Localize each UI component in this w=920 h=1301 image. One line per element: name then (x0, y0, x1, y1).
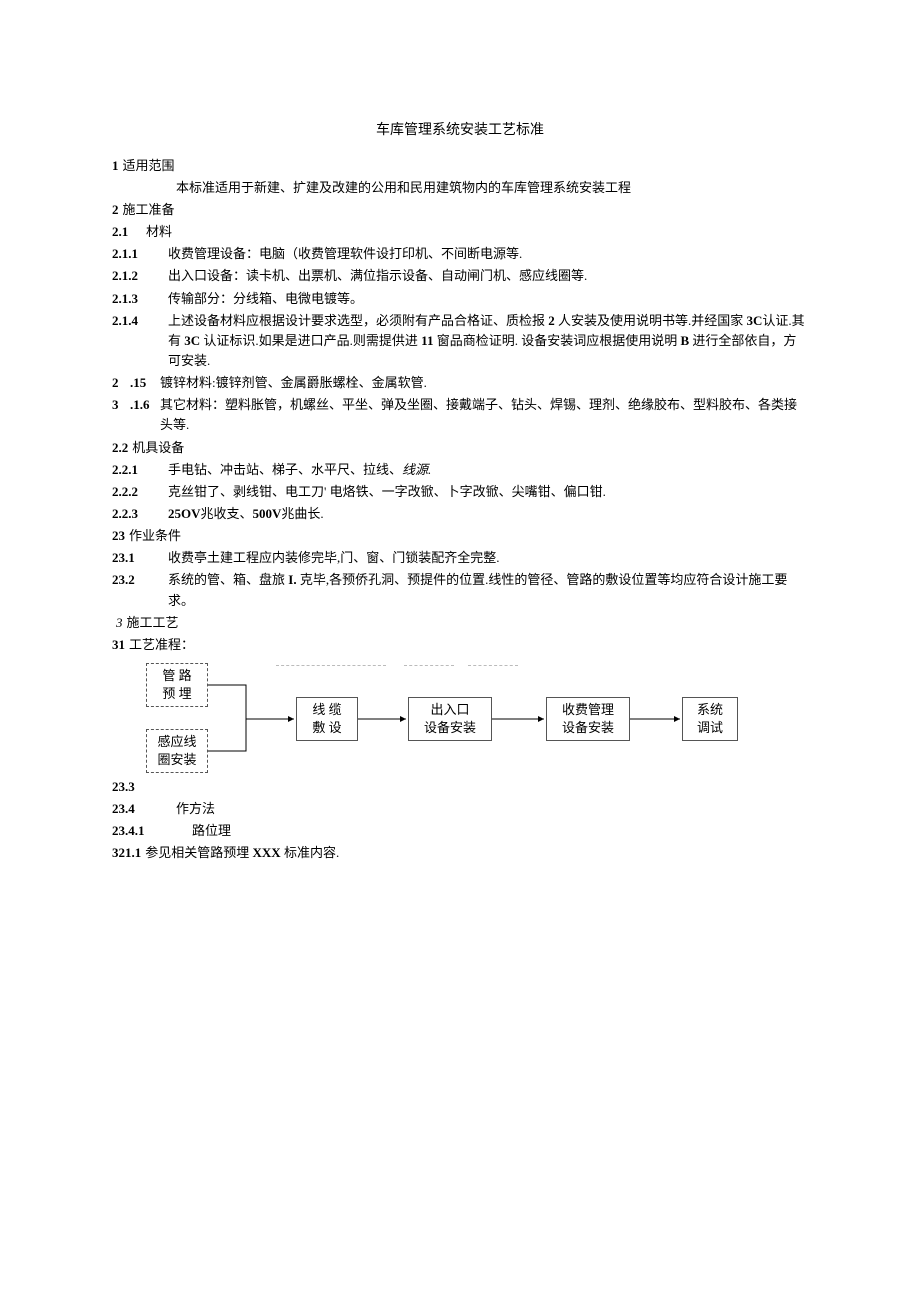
text-23-4-1: 路位理 (192, 821, 808, 841)
num-2-1-1: 2.1.1 (112, 244, 168, 264)
num-2-16-pre: 3 (112, 395, 130, 415)
num-2-1: 2.1 (112, 222, 146, 242)
text-2-16: 其它材料：塑料胀管，机螺丝、平坐、弹及坐圈、接戴端子、钻头、焊锡、理剂、绝缘胶布… (160, 395, 808, 435)
t3211-a: 参见相关管路预埋 (145, 845, 252, 860)
t214-b2: 3C (747, 313, 763, 328)
num-2-15-pre: 2 (112, 373, 130, 393)
num-23-2: 23.2 (112, 570, 168, 590)
num-2-2-2: 2.2.2 (112, 482, 168, 502)
num-2-2-1: 2.2.1 (112, 460, 168, 480)
t223-b1: 25OV (168, 506, 201, 521)
t221-a: 手电钻、冲击站、梯子、水平尺、拉线、 (168, 462, 402, 477)
heading-1-text: 适用范围 (123, 156, 809, 176)
t214-b3: 3C (184, 333, 200, 348)
text-2-15: 镀锌材料:镀锌剂管、金属爵胀螺栓、金属软管. (160, 373, 808, 393)
item-2-1-3: 2.1.3 传输部分：分线箱、电微电镀等。 (112, 289, 808, 309)
text-23-2: 系统的管、箱、盘旅 I. 克毕,各预侨孔洞、预提件的位置.线性的管径、管路的敷设… (168, 570, 808, 610)
dotted-guide-2 (404, 665, 454, 666)
text-2-1-2: 出入口设备：读卡机、出票机、满位指示设备、自动闸门机、感应线圈等. (168, 266, 808, 286)
num-23-4: 23.4 (112, 799, 176, 819)
text-2-1: 材料 (146, 222, 808, 242)
num-2-16: .1.6 (130, 395, 160, 415)
num-2-1-3: 2.1.3 (112, 289, 168, 309)
t214-e: 窗品商检证明. 设备安装词应根据使用说明 (433, 333, 680, 348)
num-2-2: 2.2 (112, 438, 128, 458)
item-31: 31 工艺准程： (112, 635, 808, 655)
text-23-4: 作方法 (176, 799, 808, 819)
item-321-1: 321.1 参见相关管路预埋 XXX 标准内容. (112, 843, 808, 863)
t3211-c: 标准内容. (281, 845, 340, 860)
num-23: 23 (112, 526, 125, 546)
item-2-1-2: 2.1.2 出入口设备：读卡机、出票机、满位指示设备、自动闸门机、感应线圈等. (112, 266, 808, 286)
flow-box-system-debug: 系统 调试 (682, 697, 738, 741)
t223-m: 兆收支、 (201, 506, 253, 521)
num-1: 1 (112, 156, 119, 176)
text-23-1: 收费亭土建工程应内装修完毕,门、窗、门锁装配齐全完整. (168, 548, 808, 568)
section-1-body: 本标准适用于新建、扩建及改建的公用和民用建筑物内的车库管理系统安装工程 (176, 178, 808, 198)
item-2-1-1: 2.1.1 收费管理设备：电脑（收费管理软件设打印机、不间断电源等. (112, 244, 808, 264)
t214-b5: B (680, 333, 689, 348)
item-23-1: 23.1 收费亭土建工程应内装修完毕,门、窗、门锁装配齐全完整. (112, 548, 808, 568)
num-2: 2 (112, 200, 119, 220)
num-3-italic: 3 (116, 613, 123, 633)
item-2-1-4: 2.1.4 上述设备材料应根据设计要求选型，必须附有产品合格证、质检报 2 人安… (112, 311, 808, 371)
heading-2-text: 施工准备 (123, 200, 809, 220)
item-2-16: 3 .1.6 其它材料：塑料胀管，机螺丝、平坐、弹及坐圈、接戴端子、钻头、焊锡、… (112, 395, 808, 435)
num-23-1: 23.1 (112, 548, 168, 568)
t214-b4: 11 (421, 333, 433, 348)
flow-box-fee-install: 收费管理 设备安装 (546, 697, 630, 741)
num-2-15: .15 (130, 373, 160, 393)
text-2-2-1: 手电钻、冲击站、梯子、水平尺、拉线、线源. (168, 460, 808, 480)
item-2-15: 2 .15 镀锌材料:镀锌剂管、金属爵胀螺栓、金属软管. (112, 373, 808, 393)
flow-box-pipeline-preburied: 管 路 预 埋 (146, 663, 208, 707)
t214-d: 认证标识.如果是进口产品.则需提供进 (200, 333, 421, 348)
num-2-2-3: 2.2.3 (112, 504, 168, 524)
num-31: 31 (112, 635, 125, 655)
dotted-guide-3 (468, 665, 518, 666)
num-321-1: 321.1 (112, 843, 141, 863)
text-2-2: 机具设备 (132, 438, 808, 458)
t221-i: 线源. (402, 462, 431, 477)
num-23-3: 23.3 (112, 777, 135, 797)
heading-3-text: 施工工艺 (127, 613, 809, 633)
item-23: 23 作业条件 (112, 526, 808, 546)
num-2-1-4: 2.1.4 (112, 311, 168, 331)
dotted-guide-1 (276, 665, 386, 666)
text-31: 工艺准程： (129, 635, 808, 655)
section-2-heading: 2 施工准备 (112, 200, 808, 220)
text-23: 作业条件 (129, 526, 808, 546)
t214-b: 人安装及使用说明书等.并经国家 (555, 313, 747, 328)
flow-box-induction-coil: 感应线 圈安装 (146, 729, 208, 773)
text-2-2-3: 25OV兆收支、500V兆曲长. (168, 504, 808, 524)
document-title: 车库管理系统安装工艺标准 (112, 120, 808, 142)
flow-box-inout-install: 出入口 设备安装 (408, 697, 492, 741)
text-2-1-4: 上述设备材料应根据设计要求选型，必须附有产品合格证、质检报 2 人安装及使用说明… (168, 311, 808, 371)
document-page: 车库管理系统安装工艺标准 1 适用范围 本标准适用于新建、扩建及改建的公用和民用… (0, 0, 920, 905)
t223-b2: 500V (253, 506, 282, 521)
t214-a: 上述设备材料应根据设计要求选型，必须附有产品合格证、质检报 (168, 313, 548, 328)
text-2-1-1: 收费管理设备：电脑（收费管理软件设打印机、不间断电源等. (168, 244, 808, 264)
flow-box-cable-laying: 线 缆 敷 设 (296, 697, 358, 741)
item-23-4: 23.4 作方法 (112, 799, 808, 819)
item-2-2-1: 2.2.1 手电钻、冲击站、梯子、水平尺、拉线、线源. (112, 460, 808, 480)
process-flowchart: 管 路 预 埋 感应线 圈安装 线 缆 敷 设 出入口 设备安装 收费管理 设备… (146, 661, 808, 779)
section-1-heading: 1 适用范围 (112, 156, 808, 176)
num-23-4-1: 23.4.1 (112, 821, 192, 841)
t223-t: 兆曲长. (281, 506, 323, 521)
item-23-2: 23.2 系统的管、箱、盘旅 I. 克毕,各预侨孔洞、预提件的位置.线性的管径、… (112, 570, 808, 610)
item-23-3: 23.3 (112, 777, 808, 797)
text-2-1-3: 传输部分：分线箱、电微电镀等。 (168, 289, 808, 309)
item-23-4-1: 23.4.1 路位理 (112, 821, 808, 841)
item-2-2: 2.2 机具设备 (112, 438, 808, 458)
item-2-1: 2.1 材料 (112, 222, 808, 242)
t232-b: I. (288, 572, 296, 587)
text-321-1: 参见相关管路预埋 XXX 标准内容. (145, 843, 808, 863)
num-2-1-2: 2.1.2 (112, 266, 168, 286)
section-3-heading: 3 施工工艺 (112, 613, 808, 633)
t3211-b: XXX (253, 845, 281, 860)
t232-a: 系统的管、箱、盘旅 (168, 572, 288, 587)
item-2-2-3: 2.2.3 25OV兆收支、500V兆曲长. (112, 504, 808, 524)
item-2-2-2: 2.2.2 克丝钳了、剥线钳、电工刀' 电烙铁、一字改锨、卜字改锨、尖嘴钳、偏口… (112, 482, 808, 502)
text-2-2-2: 克丝钳了、剥线钳、电工刀' 电烙铁、一字改锨、卜字改锨、尖嘴钳、偏口钳. (168, 482, 808, 502)
